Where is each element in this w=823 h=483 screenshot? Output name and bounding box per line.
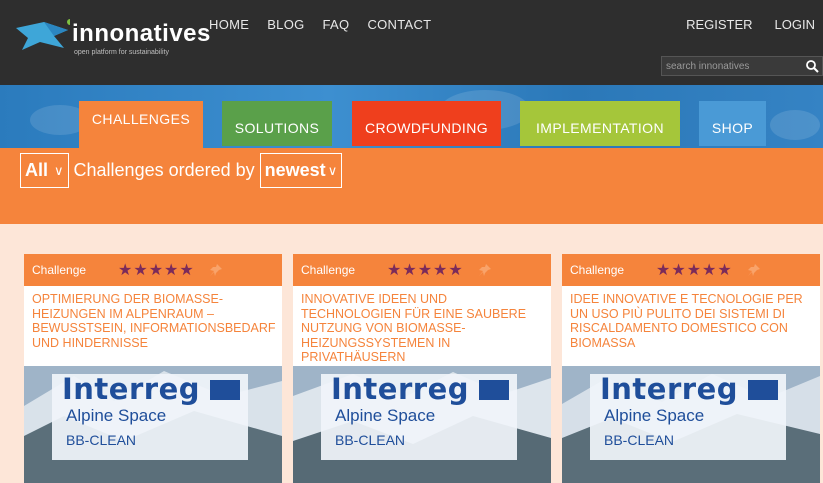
tab-solutions-label: SOLUTIONS [234,120,320,136]
top-bar: innonatives open platform for sustainabi… [0,0,823,85]
eu-flag-icon [748,380,778,400]
star-rating: ★★★★★ [118,262,195,279]
project-name: BB-CLEAN [335,432,406,448]
interreg-logo: Interreg Alpine Space BB-CLEAN [321,372,517,460]
interreg-sub: Alpine Space [66,406,167,425]
brand-tagline: open platform for sustainability [74,49,169,56]
register-link[interactable]: REGISTER [686,17,752,32]
challenge-card[interactable]: Challenge ★★★★★ IDEE INNOVATIVE E TECNOL… [562,254,820,483]
auth-links: REGISTER LOGIN [686,17,815,32]
interreg-sub: Alpine Space [335,406,436,425]
interreg-logo: Interreg Alpine Space BB-CLEAN [52,372,248,460]
project-name: BB-CLEAN [66,432,137,448]
tab-crowdfunding[interactable]: CROWDFUNDING [352,101,501,146]
challenge-card[interactable]: Challenge ★★★★★ INNOVATIVE IDEEN UND TEC… [293,254,551,483]
interreg-sub: Alpine Space [604,406,705,425]
tab-shop-label: SHOP [711,120,754,136]
star-rating: ★★★★★ [656,262,733,279]
search-box [661,56,823,76]
nav-home[interactable]: HOME [209,17,249,32]
filter-text: Challenges ordered by [73,160,255,180]
card-header: Challenge ★★★★★ [24,254,282,286]
pin-icon[interactable] [209,263,223,277]
search-input[interactable] [662,57,794,75]
tab-implementation[interactable]: IMPLEMENTATION [520,101,680,146]
challenge-card[interactable]: Challenge ★★★★★ OPTIMIERUNG DER BIOMASSE… [24,254,282,483]
card-type-label: Challenge [570,263,625,277]
order-select[interactable]: newest ∨ [259,153,343,188]
tab-challenges[interactable]: CHALLENGES [79,101,203,148]
chevron-down-icon: ∨ [54,162,64,178]
interreg-word: Interreg [62,372,200,406]
interreg-word: Interreg [600,372,738,406]
bird-logo-icon [16,19,70,50]
eu-flag-icon [479,380,509,400]
pin-icon[interactable] [478,263,492,277]
card-title[interactable]: OPTIMIERUNG DER BIOMASSE-HEIZUNGEN IM AL… [32,292,276,350]
nav-blog[interactable]: BLOG [267,17,304,32]
project-name: BB-CLEAN [604,432,675,448]
login-link[interactable]: LOGIN [775,17,815,32]
card-header: Challenge ★★★★★ [293,254,551,286]
pin-icon[interactable] [747,263,761,277]
eu-flag-icon [210,380,240,400]
nav-faq[interactable]: FAQ [323,17,350,32]
interreg-logo: Interreg Alpine Space BB-CLEAN [590,372,786,460]
interreg-word: Interreg [331,372,469,406]
filter-bar: All ∨ Challenges ordered by newest ∨ [20,153,343,188]
order-select-value: newest [264,160,326,180]
search-icon[interactable] [805,59,819,73]
category-select[interactable]: All ∨ [20,153,69,188]
tab-implementation-label: IMPLEMENTATION [536,120,664,136]
tab-challenges-label: CHALLENGES [91,111,191,127]
category-select-value: All [25,160,49,180]
card-title[interactable]: INNOVATIVE IDEEN UND TECHNOLOGIEN FÜR EI… [301,292,545,365]
chevron-down-icon: ∨ [327,162,338,178]
banner-decoration [770,110,820,140]
tab-solutions[interactable]: SOLUTIONS [222,101,332,146]
nav-contact[interactable]: CONTACT [367,17,431,32]
card-type-label: Challenge [32,263,87,277]
brand-name: innonatives [72,20,211,47]
brand-logo[interactable]: innonatives open platform for sustainabi… [14,12,210,62]
star-rating: ★★★★★ [387,262,464,279]
tab-shop[interactable]: SHOP [699,101,766,146]
tab-crowdfunding-label: CROWDFUNDING [364,120,488,136]
main-nav: HOME BLOG FAQ CONTACT [209,17,431,32]
card-title[interactable]: IDEE INNOVATIVE E TECNOLOGIE PER UN USO … [570,292,814,350]
card-header: Challenge ★★★★★ [562,254,820,286]
card-type-label: Challenge [301,263,356,277]
